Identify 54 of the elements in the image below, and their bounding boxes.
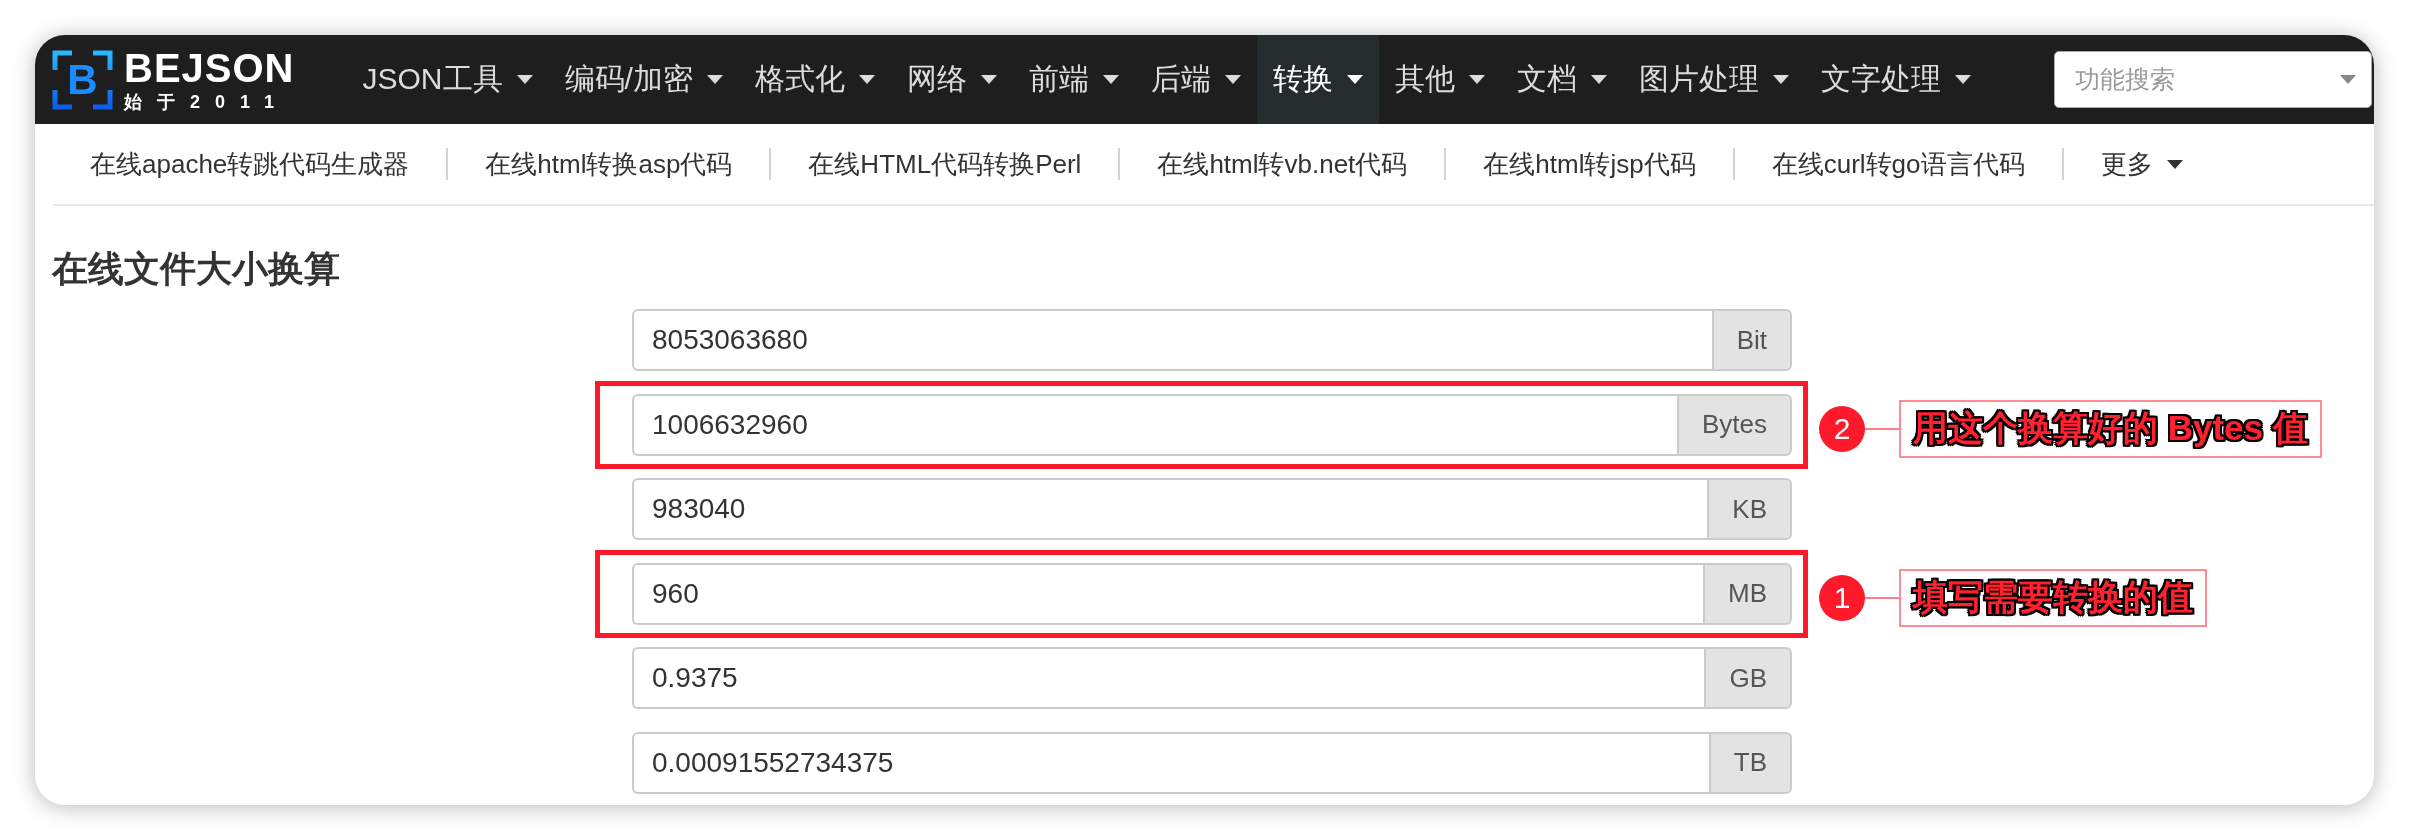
nav-menu-item[interactable]: JSON工具 [346, 35, 549, 124]
caret-icon [980, 75, 997, 84]
caret-icon [1468, 75, 1485, 84]
unit-label: KB [1707, 478, 1792, 540]
logo-mark: B [52, 49, 113, 110]
caret-icon [1590, 75, 1607, 84]
unit-label: MB [1703, 562, 1792, 625]
value-field[interactable]: 983040 [632, 478, 1708, 540]
subnav-link[interactable]: 在线curl转go语言代码 [1734, 146, 2062, 182]
page-title: 在线文件大小换算 [52, 247, 341, 291]
nav-menu-item[interactable]: 其他 [1378, 35, 1501, 124]
subnav-link[interactable]: 在线HTML代码转换Perl [771, 146, 1119, 182]
leader-line [1865, 596, 1899, 599]
caret-icon [2166, 159, 2183, 169]
caret-icon [1224, 75, 1241, 84]
step-marker: 2 [1819, 405, 1865, 452]
unit-label: Bytes [1676, 393, 1792, 456]
caret-icon [2340, 75, 2356, 84]
value-field[interactable]: 0.9375 [632, 647, 1705, 709]
nav-menu-item[interactable]: 格式化 [738, 35, 891, 124]
unit-label: Bit [1711, 309, 1792, 371]
subnav-link[interactable]: 在线html转换asp代码 [448, 146, 770, 182]
subnav-link[interactable]: 在线html转jsp代码 [1446, 146, 1733, 182]
value-field[interactable]: 0.00091552734375 [632, 731, 1709, 794]
value-field[interactable]: 960 [632, 562, 1703, 625]
value-field[interactable]: 1006632960 [632, 393, 1677, 456]
more-menu[interactable]: 更多 [2063, 146, 2220, 182]
callout-label: 填写需要转换的值 [1899, 568, 2207, 627]
caret-icon [858, 75, 875, 84]
nav-menu-item[interactable]: 转换 [1256, 35, 1379, 124]
caret-icon [1954, 75, 1971, 84]
logo-tagline: 始于2011 [124, 91, 290, 112]
subnav-link[interactable]: 在线html转vb.net代码 [1120, 146, 1445, 182]
caret-icon [1102, 75, 1119, 84]
unit-label: TB [1708, 731, 1792, 794]
nav-menu-item[interactable]: 前端 [1012, 35, 1135, 124]
value-field[interactable]: 8053063680 [632, 309, 1712, 371]
caret-icon [1772, 75, 1789, 84]
nav-menu-item[interactable]: 文字处理 [1804, 35, 1987, 124]
logo-wordmark: BEJSON [124, 47, 295, 88]
nav-menu-item[interactable]: 网络 [890, 35, 1013, 124]
nav-menu-item[interactable]: 文档 [1500, 35, 1623, 124]
callout-label: 用这个换算好的 Bytes 值 [1899, 399, 2322, 458]
subnav-link[interactable]: 在线apache转跳代码生成器 [53, 146, 447, 182]
caret-icon [516, 75, 533, 84]
caret-icon [1346, 75, 1363, 84]
unit-label: GB [1704, 647, 1792, 709]
caret-icon [706, 75, 723, 84]
nav-menu-item[interactable]: 编码/加密 [548, 35, 739, 124]
nav-menu-item[interactable]: 后端 [1134, 35, 1257, 124]
search-field[interactable]: 功能搜索 [2054, 51, 2372, 108]
nav-menu-item[interactable]: 图片处理 [1622, 35, 1805, 124]
step-marker: 1 [1819, 574, 1865, 621]
leader-line [1865, 427, 1899, 430]
